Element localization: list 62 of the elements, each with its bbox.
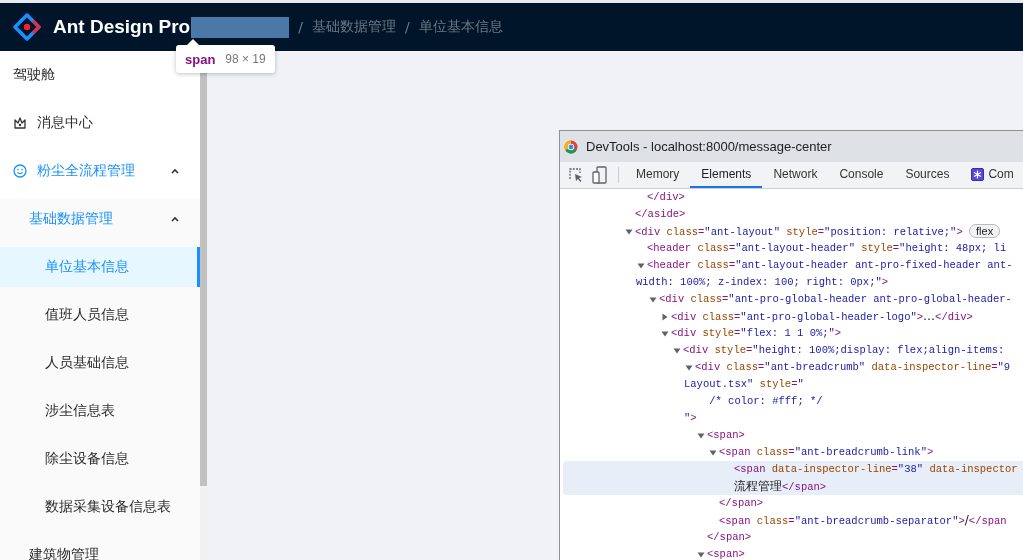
- flex-badge[interactable]: flex: [969, 224, 1001, 238]
- code-line: </span>: [706, 530, 753, 545]
- code-line: width: 100%; z-index: 100; right: 0px;">: [635, 275, 890, 290]
- menu-label: 人员基础信息: [45, 354, 130, 372]
- menu-label: 基础数据管理: [29, 210, 114, 228]
- code-line[interactable]: <div class="ant-pro-global-header-logo">…</div>: [560, 308, 1023, 325]
- element-size: 98 × 19: [225, 52, 266, 66]
- breadcrumb-separator: /: [404, 19, 410, 35]
- breadcrumb-item[interactable]: 基础数据管理: [311, 18, 396, 36]
- devtools-tab[interactable]: Elements: [690, 162, 763, 188]
- devtools-tab[interactable]: Memory: [625, 162, 691, 188]
- code-line[interactable]: <div style="height: 100%;display: flex;align-items:: [560, 342, 1023, 359]
- devtools-tab[interactable]: Network: [762, 162, 829, 188]
- code-line[interactable]: <span>: [560, 427, 1023, 444]
- menu-item[interactable]: 值班人员信息: [0, 295, 200, 335]
- app-title: Ant Design Pro: [53, 16, 191, 38]
- code-line[interactable]: <div style="flex: 1 1 0%;">: [560, 325, 1023, 342]
- browser-icon: [564, 139, 578, 154]
- menu-label: 数据采集设备信息表: [45, 498, 172, 516]
- dom-node-row[interactable]: <span data-inspector-line="38" data-inspector 流程管理</span>: [563, 461, 1023, 495]
- code-line: /* color: #fff; */: [708, 394, 824, 409]
- tag-name: span: [185, 51, 216, 67]
- devtools-tab[interactable]: Sources: [894, 162, 961, 188]
- code-line: ">: [683, 411, 698, 426]
- code-line: </span>: [718, 496, 765, 511]
- menu-label: 消息中心: [37, 114, 94, 132]
- code-line[interactable]: <div class="ant-breadcrumb" data-inspector-line="9: [560, 359, 1023, 376]
- extension-icon: [971, 167, 985, 181]
- menu-item[interactable]: 人员基础信息: [0, 343, 200, 383]
- code-line: </div>: [646, 190, 686, 205]
- menu-label: 除尘设备信息: [45, 450, 130, 468]
- devtools-tab[interactable]: Com: [960, 162, 1023, 188]
- menu-label: 单位基本信息: [45, 258, 130, 276]
- device-toolbar-icon[interactable]: [592, 166, 608, 184]
- window-title: DevTools - localhost:8000/message-center: [586, 139, 832, 154]
- menu-label: 值班人员信息: [45, 306, 130, 324]
- caret-icon: [170, 214, 180, 224]
- menu-item[interactable]: 数据采集设备信息表: [0, 487, 200, 527]
- code-line[interactable]: <span>: [560, 546, 1023, 560]
- code-line: 流程管理</span>: [733, 478, 828, 495]
- code-line[interactable]: <header class="ant-layout-header ant-pro-fixed-header ant-: [560, 257, 1023, 274]
- devtools-tab[interactable]: Console: [828, 162, 895, 188]
- crown-icon: [13, 116, 27, 130]
- menu-label: 粉尘全流程管理: [37, 162, 136, 180]
- caret-icon: [170, 166, 180, 176]
- logo-icon: [13, 13, 41, 41]
- code-line[interactable]: <span data-inspector-line="38" data-inspector: [563, 461, 1023, 478]
- code-line[interactable]: <div class="ant-pro-global-header ant-pro-global-header-: [560, 291, 1023, 308]
- code-line: </aside>: [634, 207, 687, 222]
- inspect-icon[interactable]: [568, 167, 584, 183]
- code-line[interactable]: <header class="ant-layout-header" style="height: 48px; li: [560, 240, 1023, 257]
- code-line[interactable]: <span class="ant-breadcrumb-link">: [560, 444, 1023, 461]
- breadcrumb-separator: /: [298, 19, 303, 35]
- code-line[interactable]: <span class="ant-breadcrumb-separator">/</span: [560, 512, 1023, 529]
- breadcrumb-item[interactable]: 单位基本信息: [418, 18, 503, 36]
- smile-icon: [13, 164, 27, 178]
- code-line[interactable]: <div class="ant-layout" style="position: relative;"> flex: [560, 223, 1023, 240]
- code-line: Layout.tsx" style=": [683, 377, 805, 392]
- menu-item[interactable]: 除尘设备信息: [0, 439, 200, 479]
- menu-item[interactable]: 消息中心: [0, 103, 200, 143]
- menu-item[interactable]: 涉尘信息表: [0, 391, 200, 431]
- menu-label: 涉尘信息表: [45, 402, 116, 420]
